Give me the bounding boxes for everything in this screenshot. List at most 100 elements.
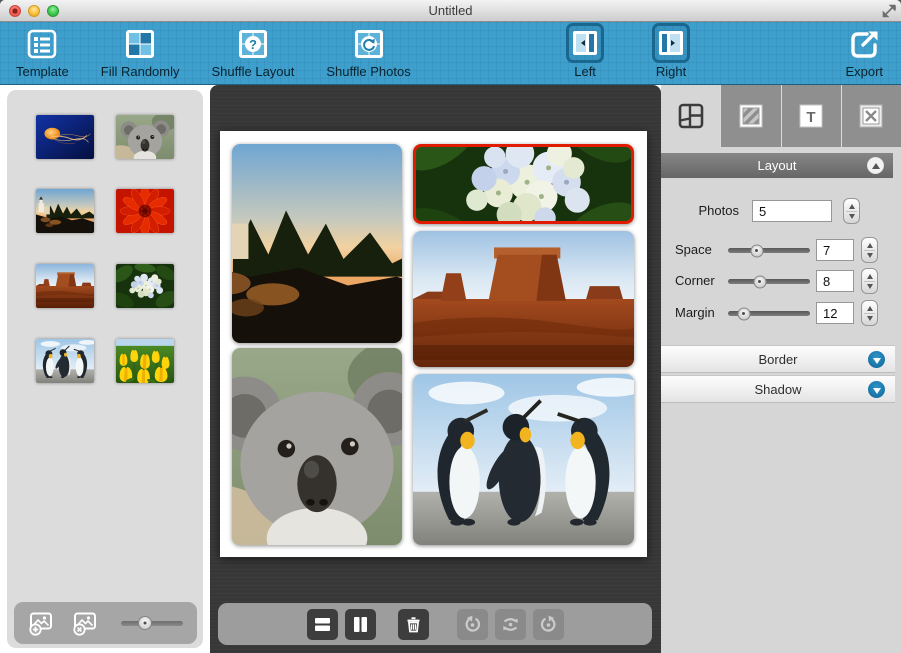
rotate-right-icon	[539, 615, 558, 634]
collage-cell-hydrangea[interactable]	[413, 144, 634, 224]
fill-randomly-button[interactable]: Fill Randomly	[101, 25, 180, 79]
flip-vertical-button[interactable]	[495, 609, 526, 640]
fill-randomly-grid-icon	[123, 25, 157, 63]
template-button[interactable]: Template	[16, 25, 69, 79]
tab-layout[interactable]	[661, 85, 721, 147]
shadow-section-title: Shadow	[755, 382, 802, 397]
corner-slider-thumb[interactable]	[753, 275, 766, 288]
collage-cell-lighthouse[interactable]	[232, 144, 402, 343]
collage-page	[220, 131, 647, 557]
left-panel-toggle-icon	[566, 23, 604, 63]
shuffle-photos-icon	[352, 25, 386, 63]
canvas-area	[210, 85, 661, 653]
margin-value-field[interactable]	[816, 302, 854, 324]
thumbnail-hydrangea[interactable]	[116, 264, 174, 308]
margin-label: Margin	[675, 305, 715, 320]
rotate-left-icon	[463, 615, 482, 634]
delete-cell-button[interactable]	[398, 609, 429, 640]
resize-icon[interactable]	[882, 4, 896, 18]
export-icon	[847, 25, 881, 63]
left-panel-toggle-button[interactable]: Left	[566, 23, 604, 79]
titlebar: Untitled	[0, 0, 901, 22]
thumbnail-penguins[interactable]	[36, 339, 94, 383]
margin-stepper[interactable]	[861, 300, 878, 326]
canvas-toolbar	[218, 603, 652, 645]
thumbnail-red-flower[interactable]	[116, 189, 174, 233]
main-toolbar: Template Fill Randomly	[0, 22, 901, 85]
thumbnail-zoom-slider[interactable]	[121, 621, 183, 626]
shuffle-layout-button[interactable]: ? Shuffle Layout	[212, 25, 295, 79]
shadow-section-header[interactable]: Shadow	[661, 375, 895, 403]
border-section-title: Border	[758, 352, 797, 367]
shadow-disclosure-button[interactable]	[868, 381, 885, 398]
export-label: Export	[845, 64, 883, 79]
shuffle-layout-label: Shuffle Layout	[212, 64, 295, 79]
corner-label: Corner	[675, 273, 715, 288]
split-vertical-button[interactable]	[345, 609, 376, 640]
margin-row: Margin	[661, 300, 901, 326]
collage-cell-koala[interactable]	[232, 348, 402, 545]
inspector-tabs: T	[661, 85, 901, 147]
photos-label: Photos	[661, 203, 739, 218]
layout-section-header[interactable]: Layout	[661, 153, 893, 178]
thumbnail-yellow-tulips[interactable]	[116, 339, 174, 383]
tab-background[interactable]	[721, 85, 781, 147]
left-label: Left	[574, 64, 596, 79]
margin-slider-thumb[interactable]	[737, 307, 750, 320]
collage-layout-icon	[676, 101, 706, 131]
window-title: Untitled	[0, 3, 901, 18]
rotate-left-button[interactable]	[457, 609, 488, 640]
add-photo-button[interactable]	[26, 608, 56, 638]
photos-count-field[interactable]	[752, 200, 832, 222]
margin-slider[interactable]	[728, 311, 810, 316]
photos-row: Photos	[661, 198, 901, 224]
border-disclosure-button[interactable]	[868, 351, 885, 368]
remove-photo-button[interactable]	[70, 608, 100, 638]
right-panel-toggle-icon	[652, 23, 690, 63]
library-toolbar	[14, 602, 197, 644]
template-label: Template	[16, 64, 69, 79]
corner-stepper[interactable]	[861, 268, 878, 294]
thumbnail-zoom-slider-thumb[interactable]	[138, 616, 152, 630]
tab-text[interactable]: T	[782, 85, 842, 147]
collage-cell-desert-butte[interactable]	[413, 231, 634, 367]
space-slider-thumb[interactable]	[750, 244, 763, 257]
export-button[interactable]: Export	[845, 25, 883, 79]
pattern-stripes-icon	[736, 101, 766, 131]
split-horizontal-icon	[313, 615, 332, 634]
shuffle-layout-icon: ?	[236, 25, 270, 63]
space-slider[interactable]	[728, 248, 810, 253]
collapse-section-button[interactable]	[867, 157, 884, 174]
collage-cell-penguins[interactable]	[413, 374, 634, 545]
thumbnail-koala[interactable]	[116, 115, 174, 159]
inspector-panel: T Layout Photos	[661, 85, 901, 653]
right-label: Right	[656, 64, 686, 79]
remove-photo-icon	[71, 609, 99, 637]
text-tool-icon: T	[796, 101, 826, 131]
space-value-field[interactable]	[816, 239, 854, 261]
corner-value-field[interactable]	[816, 270, 854, 292]
photos-stepper[interactable]	[843, 198, 860, 224]
template-list-icon	[25, 25, 59, 63]
rotate-right-button[interactable]	[533, 609, 564, 640]
shuffle-photos-button[interactable]: Shuffle Photos	[326, 25, 410, 79]
layout-section-title: Layout	[757, 158, 796, 173]
svg-text:T: T	[807, 109, 816, 126]
tab-clear[interactable]	[842, 85, 901, 147]
content-area: T Layout Photos	[0, 85, 901, 653]
right-panel-toggle-button[interactable]: Right	[652, 23, 690, 79]
space-row: Space	[661, 237, 901, 263]
corner-slider[interactable]	[728, 279, 810, 284]
thumbnail-desert-butte[interactable]	[36, 264, 94, 308]
add-photo-icon	[27, 609, 55, 637]
thumbnail-lighthouse[interactable]	[36, 189, 94, 233]
split-vertical-icon	[351, 615, 370, 634]
border-section-header[interactable]: Border	[661, 345, 895, 373]
space-stepper[interactable]	[861, 237, 878, 263]
trash-icon	[404, 615, 423, 634]
split-horizontal-button[interactable]	[307, 609, 338, 640]
clear-x-icon	[856, 101, 886, 131]
photo-library-panel	[7, 90, 203, 648]
fill-randomly-label: Fill Randomly	[101, 64, 180, 79]
thumbnail-jellyfish[interactable]	[36, 115, 94, 159]
